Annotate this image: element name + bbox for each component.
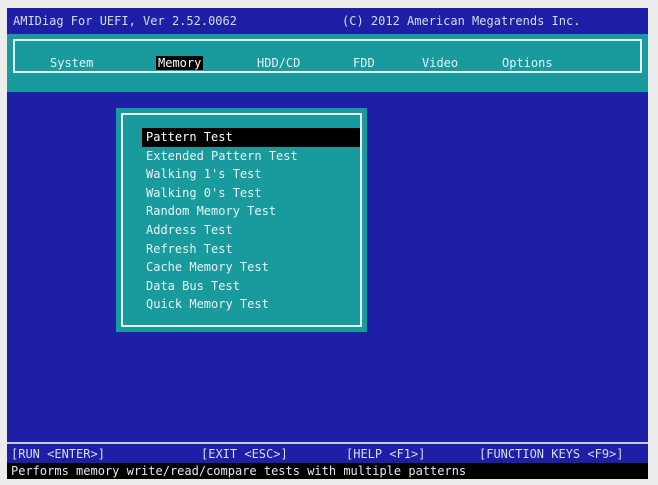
exit-key-hint[interactable]: [EXIT <ESC>] [201,447,288,461]
test-item-walking-ones[interactable]: Walking 1's Test [142,165,360,184]
test-item-refresh[interactable]: Refresh Test [142,240,360,259]
test-item-extended-pattern[interactable]: Extended Pattern Test [142,147,360,166]
menu-bar: System Memory HDD/CD FDD Video Options [7,34,648,92]
title-bar: AMIDiag For UEFI, Ver 2.52.0062 (C) 2012… [7,8,648,34]
copyright-text: (C) 2012 American Megatrends Inc. [342,14,581,28]
run-key-hint[interactable]: [RUN <ENTER>] [11,447,105,461]
test-item-walking-zeros[interactable]: Walking 0's Test [142,184,360,203]
test-item-data-bus[interactable]: Data Bus Test [142,277,360,296]
test-item-address[interactable]: Address Test [142,221,360,240]
menu-hdd-cd[interactable]: HDD/CD [257,56,300,70]
app-title: AMIDiag For UEFI, Ver 2.52.0062 [13,14,237,28]
test-item-random-memory[interactable]: Random Memory Test [142,202,360,221]
menu-fdd[interactable]: FDD [353,56,375,70]
amidiag-screen: AMIDiag For UEFI, Ver 2.52.0062 (C) 2012… [7,8,648,479]
test-item-quick-memory[interactable]: Quick Memory Test [142,295,360,314]
test-list: Pattern Test Extended Pattern Test Walki… [142,128,360,314]
memory-test-menu: Pattern Test Extended Pattern Test Walki… [116,108,367,332]
menu-system[interactable]: System [50,56,93,70]
test-item-cache-memory[interactable]: Cache Memory Test [142,258,360,277]
menu-options[interactable]: Options [502,56,553,70]
function-key-bar: [RUN <ENTER>] [EXIT <ESC>] [HELP <F1>] [… [7,442,648,464]
help-key-hint[interactable]: [HELP <F1>] [346,447,425,461]
status-description: Performs memory write/read/compare tests… [11,464,467,478]
menu-video[interactable]: Video [422,56,458,70]
menu-memory[interactable]: Memory [156,56,204,70]
test-item-pattern[interactable]: Pattern Test [142,128,360,147]
status-bar: Performs memory write/read/compare tests… [7,463,648,479]
function-keys-hint[interactable]: [FUNCTION KEYS <F9>] [479,447,624,461]
